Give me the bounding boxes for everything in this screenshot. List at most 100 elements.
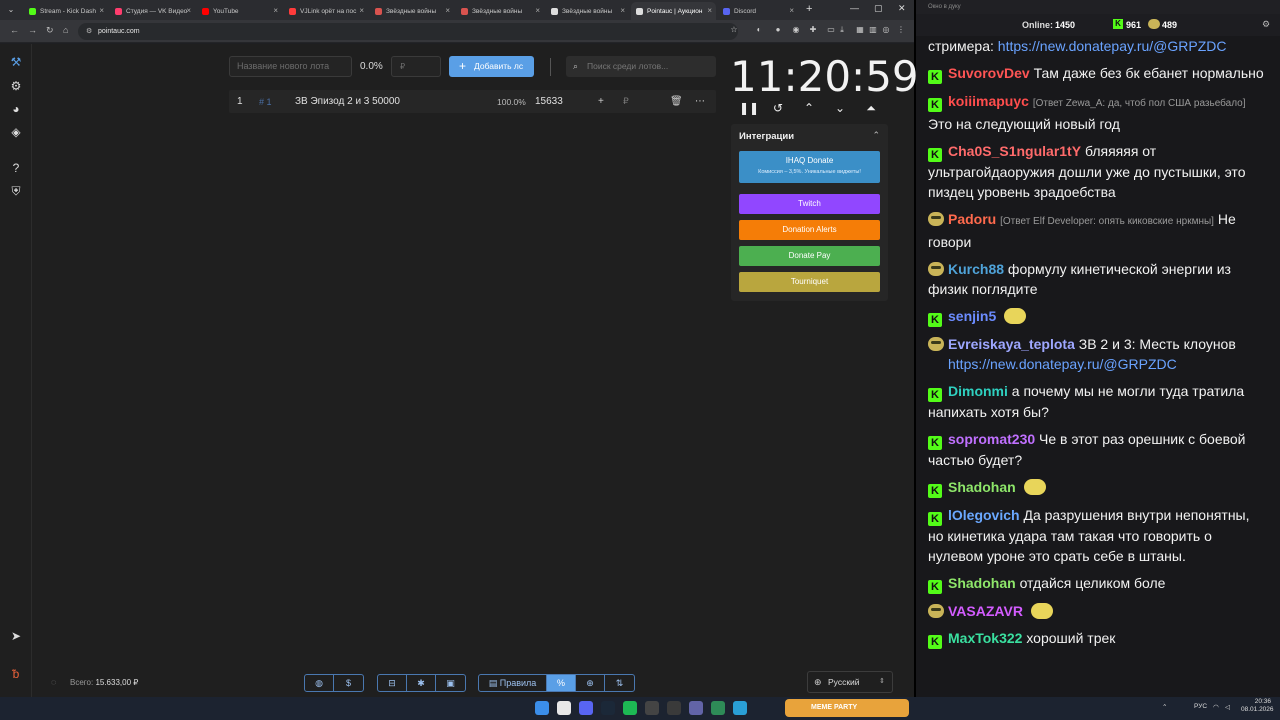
chat-username[interactable]: SuvorovDev <box>948 65 1030 81</box>
bookmarks-icon[interactable]: ▥ <box>868 25 878 35</box>
bookmark-star-icon[interactable]: ☆ <box>729 25 739 35</box>
shield-icon[interactable]: ⛨ <box>9 184 23 198</box>
compact-toggle-icon[interactable]: ⊕ <box>576 675 605 691</box>
wheel-icon[interactable]: ◕ <box>9 102 23 116</box>
terminal-icon[interactable] <box>667 701 681 715</box>
chat-link[interactable]: https://new.donatepay.ru/@GRPZDC <box>998 38 1227 54</box>
lot-name[interactable]: ЗВ Эпизод 2 и 3 50000 <box>295 96 400 107</box>
tab[interactable]: Pointauc | Аукцион × <box>631 2 716 20</box>
extension-icon[interactable]: ◉ <box>791 25 801 35</box>
extension-icon[interactable]: ● <box>773 25 783 35</box>
chat-username[interactable]: koiiimapuyc <box>948 93 1029 109</box>
home-icon[interactable]: ⌂ <box>63 25 68 35</box>
wifi-icon[interactable]: ◠ <box>1213 703 1219 711</box>
tourniquet-button[interactable]: Tourniquet <box>739 272 880 292</box>
pause-icon[interactable]: ❚❚ <box>739 100 759 116</box>
steam-icon[interactable] <box>601 701 615 715</box>
meme-party-widget[interactable]: MEME PARTY <box>785 699 909 717</box>
discord-icon[interactable] <box>579 701 593 715</box>
boosty-icon[interactable]: ᵬ <box>9 667 23 681</box>
forward-icon[interactable]: → <box>28 25 37 35</box>
reload-icon[interactable]: ↻ <box>46 25 54 36</box>
chat-username[interactable]: Shadohan <box>948 575 1016 591</box>
sidebar-toggle-icon[interactable]: ▭ <box>826 25 836 35</box>
settings-gear-icon[interactable]: ⚙ <box>1262 19 1270 30</box>
close-window-icon[interactable]: ✕ <box>898 3 906 14</box>
tray-chevron-icon[interactable]: ⌃ <box>1162 703 1167 711</box>
spotify-icon[interactable] <box>623 701 637 715</box>
double-chevron-up-icon[interactable]: ⏶ <box>863 100 879 116</box>
sort-icon[interactable]: ⇅ <box>605 675 634 691</box>
close-tab-icon[interactable]: × <box>535 6 540 15</box>
close-tab-icon[interactable]: × <box>707 6 712 15</box>
tab[interactable]: Звёздные войны × <box>456 2 544 20</box>
reset-timer-icon[interactable]: ↺ <box>770 100 786 116</box>
save-icon[interactable]: ⊟ <box>378 675 407 691</box>
donate-pay-button[interactable]: Donate Pay <box>739 246 880 266</box>
chat-link[interactable]: https://new.donatepay.ru/@GRPZDC <box>948 356 1177 372</box>
files-icon[interactable] <box>711 701 725 715</box>
close-tab-icon[interactable]: × <box>359 6 364 15</box>
add-lot-button[interactable]: + Добавить лс <box>449 56 534 77</box>
add-amount-icon[interactable]: + <box>598 96 604 107</box>
layers-icon[interactable]: ◈ <box>9 125 23 139</box>
delete-trash-icon[interactable]: 🗑 <box>670 96 683 107</box>
keyboard-lang[interactable]: РУС <box>1194 703 1207 710</box>
new-tab-button[interactable]: + <box>806 3 812 15</box>
ihaq-donate-button[interactable]: IHAQ Donate Комиссия – 3,5%. Уникальные … <box>739 151 880 183</box>
hide-eye-icon[interactable]: ◌ <box>51 677 56 687</box>
new-lot-input[interactable]: Название нового лота <box>229 56 352 77</box>
chat-reply-context[interactable]: [Ответ Elf Developer: опять киковские нр… <box>1000 216 1214 227</box>
chat-username[interactable]: Evreiskaya_teplota <box>948 336 1075 352</box>
collapse-icon[interactable]: ⌃ <box>872 130 880 141</box>
tab[interactable]: Звёздные войны × <box>370 2 454 20</box>
tab[interactable]: VJLink орёт на пос × <box>284 2 368 20</box>
chat-username[interactable]: Dimonmi <box>948 383 1008 399</box>
donate-dollar-icon[interactable]: $ <box>334 675 363 691</box>
new-lot-amount-input[interactable]: ₽ <box>391 56 441 77</box>
close-tab-icon[interactable]: × <box>445 6 450 15</box>
chat-username[interactable]: senjin5 <box>948 308 996 324</box>
chat-username[interactable]: Shadohan <box>948 479 1016 495</box>
tab[interactable]: Discord × <box>718 2 798 20</box>
chat-username[interactable]: lOlegovich <box>948 507 1020 523</box>
chevron-up-icon[interactable]: ⌃ <box>801 100 817 116</box>
chat-username[interactable]: Kurch88 <box>948 261 1004 277</box>
clock[interactable]: 20:36 08.01.2026 <box>1241 698 1274 714</box>
tab[interactable]: Stream - Kick Dash × <box>24 2 108 20</box>
more-options-icon[interactable]: ⋯ <box>695 96 705 107</box>
lot-currency[interactable]: ₽ <box>623 96 629 107</box>
telegram-icon[interactable] <box>733 701 747 715</box>
close-tab-icon[interactable]: × <box>620 6 625 15</box>
media-icon[interactable] <box>689 701 703 715</box>
donation-alerts-button[interactable]: Donation Alerts <box>739 220 880 240</box>
tab-search-icon[interactable]: ⌄ <box>4 3 18 17</box>
tab[interactable]: YouTube × <box>197 2 282 20</box>
settings-gear-icon[interactable]: ⚙ <box>9 79 23 93</box>
lot-amount[interactable]: 15633 <box>535 96 563 107</box>
telegram-icon[interactable]: ➤ <box>9 629 23 643</box>
download-icon[interactable]: ⤓ <box>837 25 847 35</box>
lot-search-input[interactable]: ⌕ Поиск среди лотов... <box>566 56 716 77</box>
back-icon[interactable]: ← <box>10 25 19 35</box>
url-field[interactable]: ⚙ pointauc.com <box>78 23 738 40</box>
windows-start-icon[interactable] <box>535 701 549 715</box>
percent-toggle-icon[interactable]: % <box>547 675 576 691</box>
github-icon[interactable]: ◍ <box>305 675 334 691</box>
chat-username[interactable]: sopromat230 <box>948 431 1035 447</box>
minimize-icon[interactable]: — <box>850 3 859 13</box>
chat-username[interactable]: VASAZAVR <box>948 603 1023 619</box>
rules-button[interactable]: ▤ Правила <box>479 675 547 691</box>
bug-icon[interactable]: ✱ <box>407 675 436 691</box>
close-tab-icon[interactable]: × <box>186 6 191 15</box>
lot-row[interactable]: 1 # 1 ЗВ Эпизод 2 и 3 50000 100.0% 15633… <box>229 90 716 113</box>
tab[interactable]: Студия — VK Видео × <box>110 2 195 20</box>
tab[interactable]: Звёздные войны × <box>546 2 629 20</box>
site-info-icon[interactable]: ⚙ <box>86 23 92 40</box>
profile-icon[interactable]: ◎ <box>881 25 891 35</box>
close-tab-icon[interactable]: × <box>99 6 104 15</box>
close-tab-icon[interactable]: × <box>789 6 794 15</box>
extension-icon[interactable]: ◐ <box>754 25 764 35</box>
obs-icon[interactable] <box>645 701 659 715</box>
extensions-puzzle-icon[interactable]: ✚ <box>808 25 818 35</box>
